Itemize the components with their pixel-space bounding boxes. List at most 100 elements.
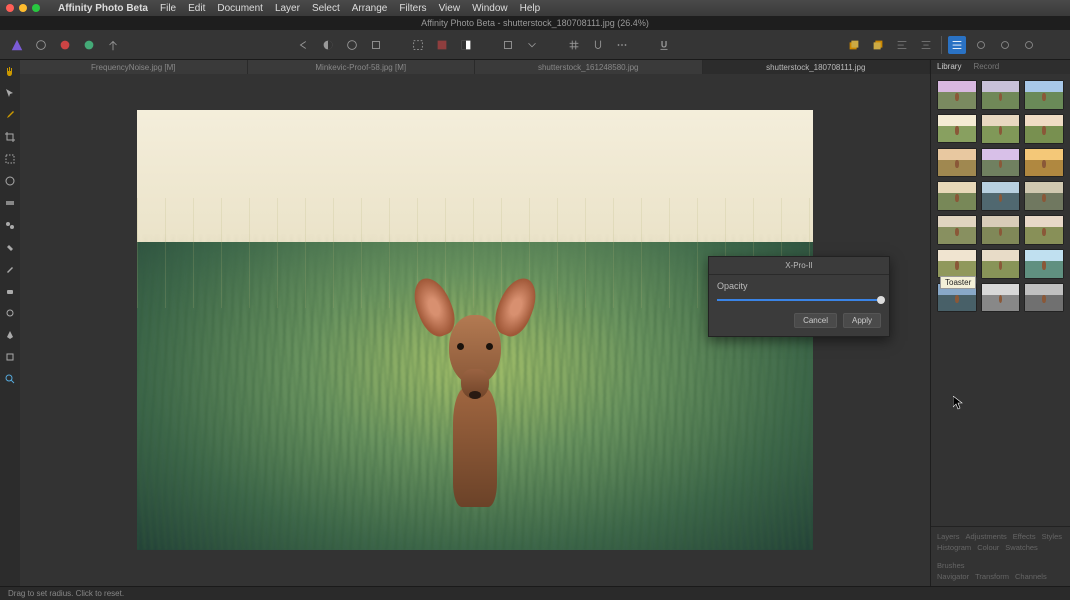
footer-tab-colour[interactable]: Colour	[977, 542, 999, 553]
dropdown-icon[interactable]	[523, 36, 541, 54]
doc-tab-0[interactable]: FrequencyNoise.jpg [M]	[20, 60, 248, 74]
preset-thumb[interactable]	[1024, 114, 1064, 144]
shapes-icon[interactable]	[3, 350, 17, 364]
app-menu[interactable]: Affinity Photo Beta	[58, 3, 148, 14]
cancel-button[interactable]: Cancel	[794, 313, 837, 328]
canvas-subject	[415, 277, 535, 477]
align1-icon[interactable]	[893, 36, 911, 54]
tab-library[interactable]: Library	[931, 60, 967, 74]
contrast-icon[interactable]	[319, 36, 337, 54]
preset-thumb[interactable]	[1024, 181, 1064, 211]
footer-tab-channels[interactable]: Channels	[1015, 571, 1047, 582]
preset-thumb[interactable]	[1024, 80, 1064, 110]
menu-help[interactable]: Help	[520, 3, 541, 14]
snap-icon[interactable]	[589, 36, 607, 54]
crop-icon[interactable]	[3, 130, 17, 144]
footer-tab-transform[interactable]: Transform	[975, 571, 1009, 582]
mask-icon[interactable]	[457, 36, 475, 54]
preset-thumb[interactable]	[981, 215, 1021, 245]
doc-tab-3[interactable]: shutterstock_180708111.jpg	[703, 60, 931, 74]
slider-thumb-icon[interactable]	[877, 296, 885, 304]
minimize-window-icon[interactable]	[19, 4, 27, 12]
preset-thumb[interactable]	[981, 283, 1021, 313]
gradient-icon[interactable]	[3, 196, 17, 210]
circle-icon[interactable]	[343, 36, 361, 54]
paint-icon[interactable]	[3, 262, 17, 276]
preset-thumb[interactable]	[981, 114, 1021, 144]
hand-icon[interactable]	[3, 64, 17, 78]
brush-icon[interactable]	[3, 174, 17, 188]
preset-thumb[interactable]	[1024, 249, 1064, 279]
preset-thumb[interactable]	[981, 181, 1021, 211]
gear3-icon[interactable]	[1020, 36, 1038, 54]
footer-tab-effects[interactable]: Effects	[1013, 531, 1036, 542]
effect-dialog[interactable]: X-Pro-II Opacity Cancel Apply	[708, 256, 890, 337]
menu-layer[interactable]: Layer	[275, 3, 300, 14]
dodge-icon[interactable]	[3, 306, 17, 320]
menu-edit[interactable]: Edit	[188, 3, 205, 14]
footer-tab-brushes[interactable]: Brushes	[937, 560, 965, 571]
footer-tab-styles[interactable]: Styles	[1042, 531, 1062, 542]
gear1-icon[interactable]	[972, 36, 990, 54]
eraser-icon[interactable]	[3, 284, 17, 298]
preset-thumb[interactable]	[1024, 215, 1064, 245]
footer-tab-adjustments[interactable]: Adjustments	[966, 531, 1007, 542]
doc-tab-1[interactable]: Minkevic-Proof-58.jpg [M]	[248, 60, 476, 74]
preset-thumb[interactable]	[981, 80, 1021, 110]
maximize-window-icon[interactable]	[32, 4, 40, 12]
preset-thumb[interactable]	[937, 148, 977, 178]
underline-icon[interactable]: U	[655, 36, 673, 54]
align2-icon[interactable]	[917, 36, 935, 54]
doc-tab-2[interactable]: shutterstock_161248580.jpg	[475, 60, 703, 74]
menu-arrange[interactable]: Arrange	[352, 3, 388, 14]
move-icon[interactable]	[3, 86, 17, 100]
menu-window[interactable]: Window	[472, 3, 508, 14]
close-window-icon[interactable]	[6, 4, 14, 12]
preset-thumb[interactable]	[981, 148, 1021, 178]
tone-icon[interactable]	[80, 36, 98, 54]
color-picker-icon[interactable]	[3, 108, 17, 122]
liquify-icon[interactable]	[56, 36, 74, 54]
menu-view[interactable]: View	[439, 3, 461, 14]
preset-thumb[interactable]	[981, 249, 1021, 279]
apply-button[interactable]: Apply	[843, 313, 881, 328]
select-icon[interactable]	[367, 36, 385, 54]
layer2-icon[interactable]	[869, 36, 887, 54]
preset-thumb[interactable]	[1024, 283, 1064, 313]
develop-icon[interactable]	[32, 36, 50, 54]
zoom-icon[interactable]	[3, 372, 17, 386]
menu-document[interactable]: Document	[217, 3, 263, 14]
marquee-icon[interactable]	[409, 36, 427, 54]
footer-tab-navigator[interactable]: Navigator	[937, 571, 969, 582]
grid-icon[interactable]	[565, 36, 583, 54]
layer1-icon[interactable]	[845, 36, 863, 54]
undo-icon[interactable]	[295, 36, 313, 54]
crop-top-icon[interactable]	[499, 36, 517, 54]
more-icon[interactable]	[613, 36, 631, 54]
tab-record[interactable]: Record	[967, 60, 1005, 74]
menu-filters[interactable]: Filters	[399, 3, 426, 14]
footer-tab-layers[interactable]: Layers	[937, 531, 960, 542]
export-icon[interactable]	[104, 36, 122, 54]
canvas-area[interactable]: X-Pro-II Opacity Cancel Apply	[20, 74, 930, 586]
preset-thumb[interactable]	[937, 80, 977, 110]
logo-icon[interactable]	[8, 36, 26, 54]
opacity-slider[interactable]	[717, 295, 881, 305]
heal-icon[interactable]	[3, 240, 17, 254]
preset-thumb[interactable]	[937, 215, 977, 245]
preset-thumb[interactable]	[937, 114, 977, 144]
footer-tab-histogram[interactable]: Histogram	[937, 542, 971, 553]
menu-file[interactable]: File	[160, 3, 176, 14]
preset-thumb[interactable]	[937, 181, 977, 211]
preset-thumb[interactable]	[1024, 148, 1064, 178]
preset-thumb[interactable]: Toaster	[937, 249, 977, 279]
pen-icon[interactable]	[3, 328, 17, 342]
clone-icon[interactable]	[3, 218, 17, 232]
gear2-icon[interactable]	[996, 36, 1014, 54]
marquee-tool-icon[interactable]	[3, 152, 17, 166]
list-icon[interactable]	[948, 36, 966, 54]
cursor-icon	[953, 396, 963, 410]
menu-select[interactable]: Select	[312, 3, 340, 14]
overlay-icon[interactable]	[433, 36, 451, 54]
footer-tab-swatches[interactable]: Swatches	[1005, 542, 1038, 553]
